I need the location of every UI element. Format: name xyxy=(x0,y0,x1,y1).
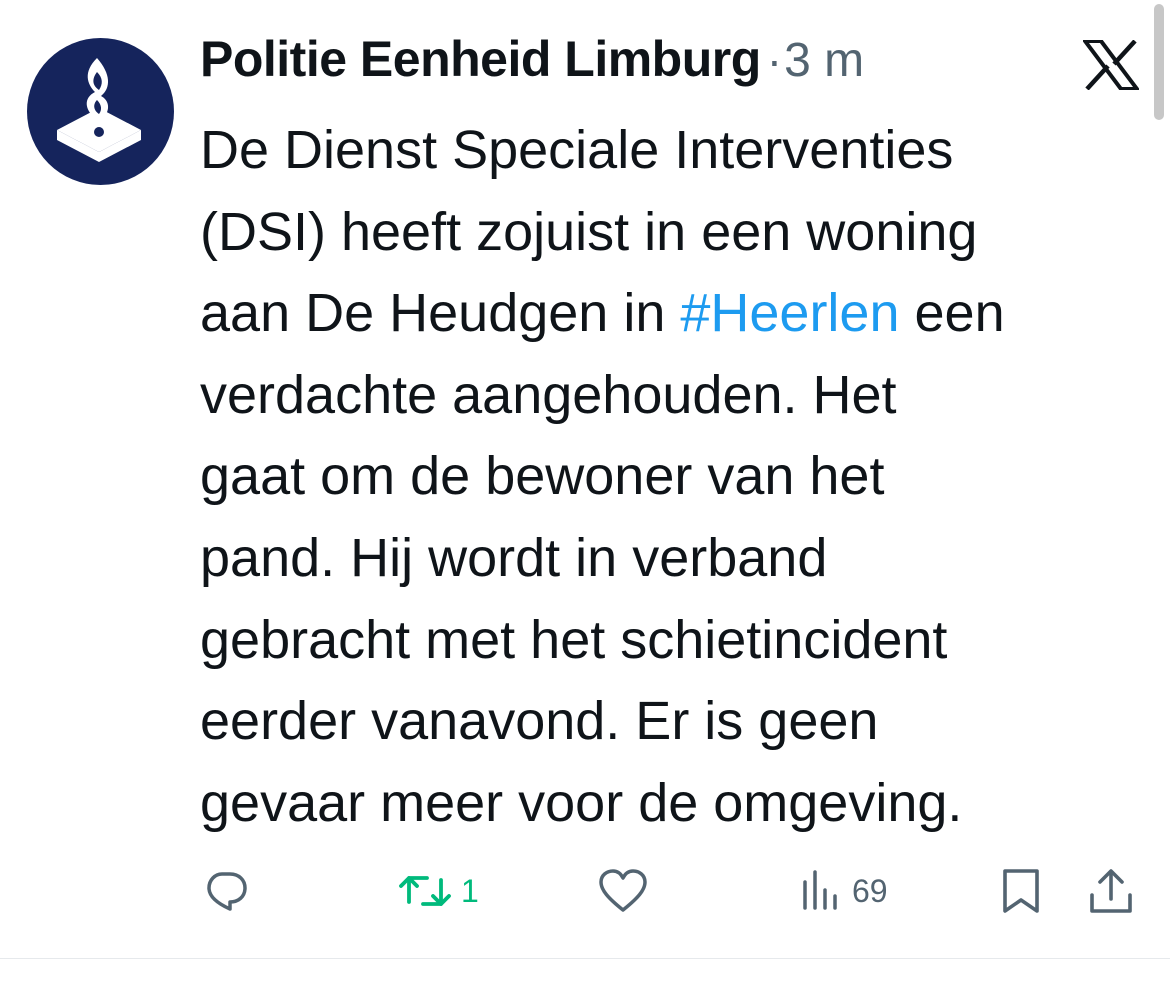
like-button[interactable] xyxy=(598,866,648,916)
views-chart-icon xyxy=(803,870,837,910)
tweet-header: Politie Eenheid Limburg ·3 m xyxy=(200,30,864,102)
author-name[interactable]: Politie Eenheid Limburg xyxy=(200,31,761,87)
separator-dot: · xyxy=(766,34,783,86)
tweet-text-segment: een xyxy=(899,283,1005,344)
police-flame-logo-icon xyxy=(57,58,141,162)
tweet-card: Politie Eenheid Limburg ·3 m De Dienst Sp… xyxy=(0,0,1170,988)
tweet-text-segment: aan De Heudgen in xyxy=(200,283,681,344)
tweet-line: pand. Hij wordt in verband xyxy=(200,527,828,588)
share-icon xyxy=(1090,869,1132,913)
author-avatar[interactable] xyxy=(27,38,174,185)
tweet-line: gebracht met het schietincident xyxy=(200,609,948,670)
bookmark-icon xyxy=(1003,869,1039,913)
scrollbar[interactable] xyxy=(1154,4,1164,120)
tweet-line: eerder vanavond. Er is geen xyxy=(200,691,879,752)
divider xyxy=(0,958,1170,959)
views-count: 69 xyxy=(852,872,888,909)
tweet-line: De Dienst Speciale Interventies xyxy=(200,120,954,180)
tweet-line: verdachte aangehouden. Het xyxy=(200,364,897,425)
retweet-icon xyxy=(399,876,451,906)
share-button[interactable] xyxy=(1088,866,1134,916)
tweet-line: (DSI) heeft zojuist in een woning xyxy=(200,201,978,262)
heart-icon xyxy=(599,869,647,912)
retweet-count: 1 xyxy=(461,872,479,909)
retweet-button[interactable]: 1 xyxy=(397,866,479,916)
tweet-timestamp[interactable]: 3 m xyxy=(784,34,864,87)
tweet-line: aan De Heudgen in #Heerlen een xyxy=(200,273,1155,355)
tweet-line: gaat om de bewoner van het xyxy=(200,446,885,507)
bookmark-button[interactable] xyxy=(1000,866,1042,916)
reply-icon xyxy=(207,872,247,911)
x-logo-icon[interactable] xyxy=(1081,39,1141,91)
reply-button[interactable] xyxy=(203,866,249,916)
views-button[interactable]: 69 xyxy=(800,866,888,916)
tweet-line: gevaar meer voor de omgeving. xyxy=(200,772,963,833)
tweet-text: De Dienst Speciale Interventies (DSI) he… xyxy=(200,110,1155,844)
hashtag-link[interactable]: #Heerlen xyxy=(680,283,899,343)
